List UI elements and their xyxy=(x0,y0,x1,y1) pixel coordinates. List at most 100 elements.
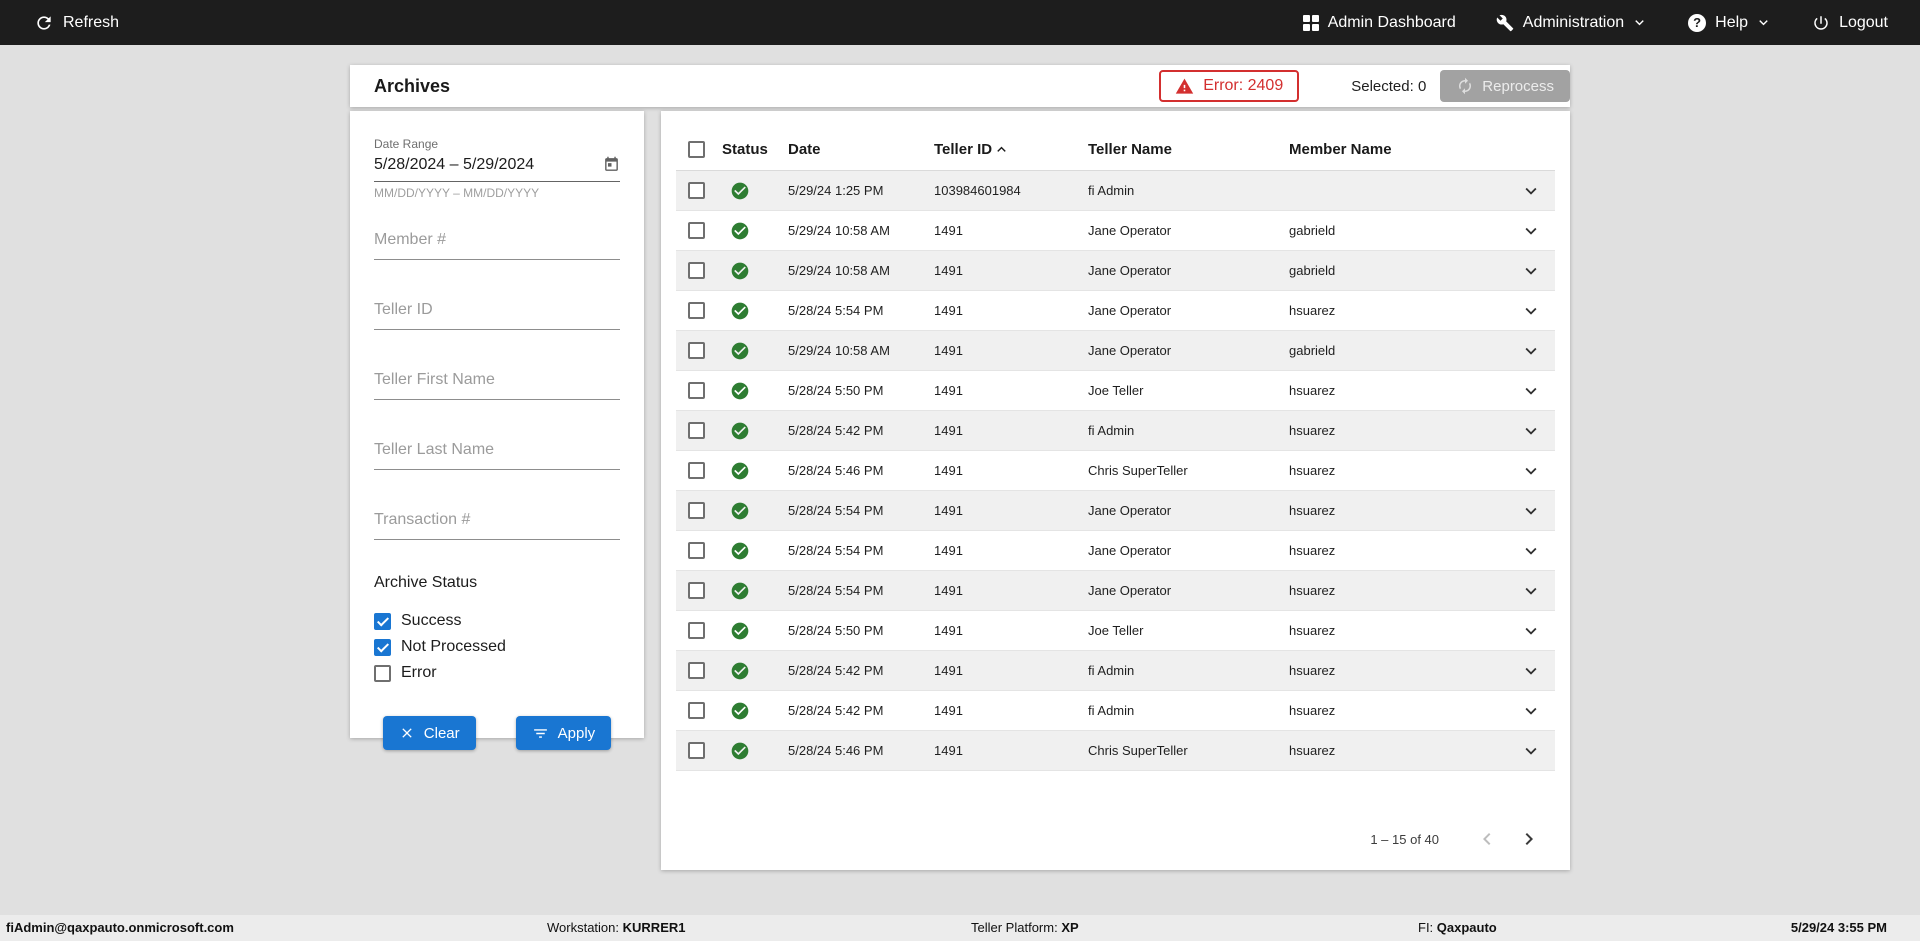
table-row[interactable]: 5/28/24 5:54 PM 1491 Jane Operator hsuar… xyxy=(676,571,1555,611)
table-row[interactable]: 5/28/24 5:54 PM 1491 Jane Operator hsuar… xyxy=(676,291,1555,331)
success-status-icon xyxy=(730,621,750,641)
row-member-name: hsuarez xyxy=(1289,583,1507,598)
administration-menu-button[interactable]: Administration xyxy=(1496,14,1648,32)
row-date: 5/29/24 10:58 AM xyxy=(788,223,934,238)
member-number-input[interactable] xyxy=(374,223,620,260)
row-teller-id: 1491 xyxy=(934,623,1088,638)
row-checkbox[interactable] xyxy=(688,462,705,479)
column-header-teller-name[interactable]: Teller Name xyxy=(1088,141,1289,158)
table-row[interactable]: 5/28/24 5:42 PM 1491 fi Admin hsuarez xyxy=(676,691,1555,731)
row-date: 5/28/24 5:50 PM xyxy=(788,383,934,398)
archive-status-option[interactable]: Error xyxy=(374,660,620,686)
help-menu-button[interactable]: Help xyxy=(1688,14,1772,32)
expand-row-button[interactable] xyxy=(1520,300,1542,322)
column-header-date[interactable]: Date xyxy=(788,141,934,158)
table-row[interactable]: 5/29/24 10:58 AM 1491 Jane Operator gabr… xyxy=(676,251,1555,291)
table-row[interactable]: 5/28/24 5:42 PM 1491 fi Admin hsuarez xyxy=(676,651,1555,691)
row-checkbox[interactable] xyxy=(688,542,705,559)
teller-first-name-input[interactable] xyxy=(374,363,620,400)
expand-row-button[interactable] xyxy=(1520,540,1542,562)
expand-row-button[interactable] xyxy=(1520,340,1542,362)
expand-row-button[interactable] xyxy=(1520,660,1542,682)
apply-button[interactable]: Apply xyxy=(516,716,612,750)
expand-row-chevron-icon xyxy=(1520,620,1542,642)
expand-row-button[interactable] xyxy=(1520,260,1542,282)
expand-row-button[interactable] xyxy=(1520,500,1542,522)
column-header-teller-id[interactable]: Teller ID xyxy=(934,141,1088,158)
table-row[interactable]: 5/29/24 10:58 AM 1491 Jane Operator gabr… xyxy=(676,331,1555,371)
admin-dashboard-button[interactable]: Admin Dashboard xyxy=(1303,14,1456,32)
table-row[interactable]: 5/28/24 5:50 PM 1491 Joe Teller hsuarez xyxy=(676,371,1555,411)
table-row[interactable]: 5/28/24 5:42 PM 1491 fi Admin hsuarez xyxy=(676,411,1555,451)
expand-row-button[interactable] xyxy=(1520,740,1542,762)
date-range-input[interactable] xyxy=(374,151,620,182)
table-row[interactable]: 5/28/24 5:50 PM 1491 Joe Teller hsuarez xyxy=(676,611,1555,651)
table-row[interactable]: 5/28/24 5:54 PM 1491 Jane Operator hsuar… xyxy=(676,531,1555,571)
row-checkbox[interactable] xyxy=(688,342,705,359)
row-teller-id: 1491 xyxy=(934,583,1088,598)
row-date: 5/28/24 5:54 PM xyxy=(788,583,934,598)
row-teller-name: Chris SuperTeller xyxy=(1088,743,1289,758)
table-row[interactable]: 5/28/24 5:54 PM 1491 Jane Operator hsuar… xyxy=(676,491,1555,531)
row-checkbox[interactable] xyxy=(688,582,705,599)
next-page-button[interactable] xyxy=(1517,827,1541,851)
row-checkbox[interactable] xyxy=(688,262,705,279)
expand-row-button[interactable] xyxy=(1520,460,1542,482)
expand-row-button[interactable] xyxy=(1520,700,1542,722)
expand-row-button[interactable] xyxy=(1520,180,1542,202)
logout-button[interactable]: Logout xyxy=(1812,14,1888,32)
success-status-icon xyxy=(730,701,750,721)
archive-status-option[interactable]: Success xyxy=(374,608,620,634)
help-label: Help xyxy=(1715,14,1748,32)
calendar-icon[interactable] xyxy=(603,156,620,173)
row-teller-name: fi Admin xyxy=(1088,663,1289,678)
clear-button[interactable]: Clear xyxy=(383,716,476,750)
row-date: 5/28/24 5:54 PM xyxy=(788,503,934,518)
error-count-button[interactable]: Error: 2409 xyxy=(1159,70,1299,102)
row-checkbox[interactable] xyxy=(688,622,705,639)
refresh-button[interactable]: Refresh xyxy=(34,13,119,33)
table-row[interactable]: 5/29/24 10:58 AM 1491 Jane Operator gabr… xyxy=(676,211,1555,251)
row-member-name: hsuarez xyxy=(1289,623,1507,638)
archive-status-option[interactable]: Not Processed xyxy=(374,634,620,660)
expand-row-button[interactable] xyxy=(1520,220,1542,242)
topbar-left: Refresh xyxy=(34,13,119,33)
teller-last-name-input[interactable] xyxy=(374,433,620,470)
row-checkbox[interactable] xyxy=(688,222,705,239)
row-date: 5/29/24 10:58 AM xyxy=(788,343,934,358)
reprocess-button[interactable]: Reprocess xyxy=(1440,70,1570,102)
success-status-icon xyxy=(730,421,750,441)
select-all-checkbox[interactable] xyxy=(688,141,705,158)
row-checkbox[interactable] xyxy=(688,182,705,199)
transaction-number-input[interactable] xyxy=(374,503,620,540)
apply-label: Apply xyxy=(558,725,596,742)
column-header-status[interactable]: Status xyxy=(722,141,788,158)
expand-row-button[interactable] xyxy=(1520,620,1542,642)
expand-row-button[interactable] xyxy=(1520,380,1542,402)
row-teller-name: Jane Operator xyxy=(1088,303,1289,318)
row-checkbox[interactable] xyxy=(688,702,705,719)
previous-page-button[interactable] xyxy=(1475,827,1499,851)
status-checkbox[interactable] xyxy=(374,613,391,630)
row-teller-id: 1491 xyxy=(934,503,1088,518)
footer-user-email: fiAdmin@qaxpauto.onmicrosoft.com xyxy=(6,915,234,941)
power-icon xyxy=(1812,14,1830,32)
column-header-member-name[interactable]: Member Name xyxy=(1289,141,1507,158)
workstation-value: KURRER1 xyxy=(623,920,686,935)
table-row[interactable]: 5/28/24 5:46 PM 1491 Chris SuperTeller h… xyxy=(676,451,1555,491)
row-checkbox[interactable] xyxy=(688,662,705,679)
expand-row-button[interactable] xyxy=(1520,580,1542,602)
status-option-label: Error xyxy=(401,664,437,682)
row-checkbox[interactable] xyxy=(688,422,705,439)
table-row[interactable]: 5/29/24 1:25 PM 103984601984 fi Admin xyxy=(676,171,1555,211)
expand-row-button[interactable] xyxy=(1520,420,1542,442)
table-row[interactable]: 5/28/24 5:46 PM 1491 Chris SuperTeller h… xyxy=(676,731,1555,771)
status-checkbox[interactable] xyxy=(374,639,391,656)
status-checkbox[interactable] xyxy=(374,665,391,682)
row-checkbox[interactable] xyxy=(688,302,705,319)
teller-id-input[interactable] xyxy=(374,293,620,330)
row-checkbox[interactable] xyxy=(688,742,705,759)
expand-row-chevron-icon xyxy=(1520,660,1542,682)
row-checkbox[interactable] xyxy=(688,382,705,399)
row-checkbox[interactable] xyxy=(688,502,705,519)
